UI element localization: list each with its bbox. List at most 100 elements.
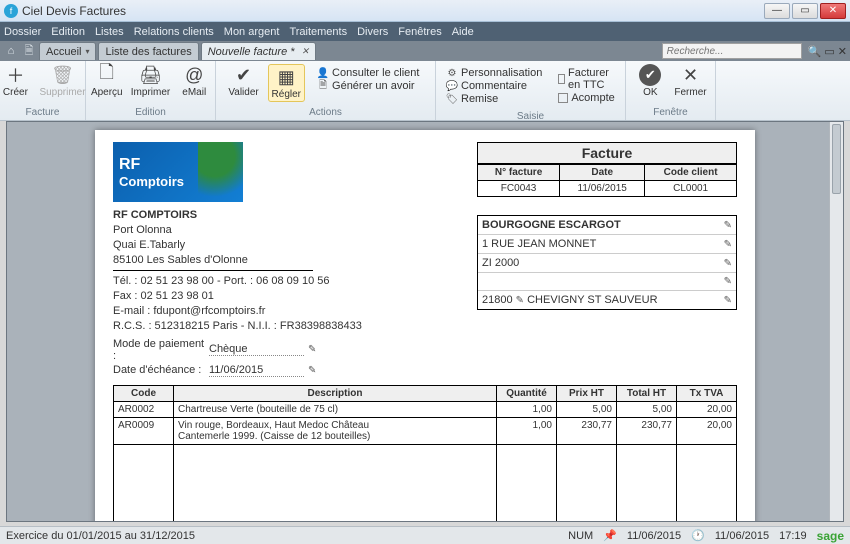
pencil-icon[interactable]: ✎: [308, 365, 316, 376]
client-zip[interactable]: 21800: [482, 294, 513, 306]
menu-relations[interactable]: Relations clients: [134, 26, 214, 38]
hdr-numero: N° facture: [478, 165, 560, 181]
menu-traitements[interactable]: Traitements: [289, 26, 347, 38]
ribbon: ＋Créer 🗑Supprimer Facture 🗋Aperçu 🖨Impri…: [0, 61, 850, 121]
menu-aide[interactable]: Aide: [452, 26, 474, 38]
generer-avoir-link[interactable]: 🗎Générer un avoir: [317, 80, 419, 92]
tab-nouvelle-facture[interactable]: Nouvelle facture * ✕: [201, 42, 316, 60]
duedate-value[interactable]: 11/06/2015: [209, 364, 304, 377]
hdr-date: Date: [560, 165, 645, 181]
search-input[interactable]: [662, 43, 802, 59]
chevron-down-icon: ▾: [85, 47, 89, 56]
client-addr1[interactable]: 1 RUE JEAN MONNET: [482, 238, 596, 250]
company-email: E-mail : fdupont@rfcomptoirs.fr: [113, 304, 362, 319]
close-button[interactable]: ✕: [820, 3, 846, 19]
tab-bar: ⌂ 🗎 Accueil ▾ Liste des factures Nouvelle…: [0, 41, 850, 61]
status-date: 11/06/2015: [627, 530, 681, 542]
remise-link[interactable]: 🏷Remise: [446, 93, 542, 105]
pencil-icon[interactable]: ✎: [724, 295, 732, 306]
tab-accueil-label: Accueil: [46, 46, 81, 58]
maximize-button[interactable]: ▭: [792, 3, 818, 19]
menu-fenetres[interactable]: Fenêtres: [398, 26, 441, 38]
valider-button[interactable]: ✔Valider: [228, 64, 260, 98]
menu-dossier[interactable]: Dossier: [4, 26, 41, 38]
col-total: Total HT: [617, 385, 677, 401]
status-date2: 11/06/2015: [715, 530, 769, 542]
payment-meta: Mode de paiement :Chèque✎ Date d'échéanc…: [113, 338, 362, 377]
apercu-button[interactable]: 🗋Aperçu: [91, 64, 123, 98]
client-city[interactable]: CHEVIGNY ST SAUVEUR: [527, 294, 657, 306]
commentaire-link[interactable]: 💬Commentaire: [446, 80, 542, 92]
company-rcs: R.C.S. : 512318215 Paris - N.I.I. : FR38…: [113, 319, 362, 334]
company-name: RF COMPTOIRS: [113, 208, 362, 223]
imprimer-button[interactable]: 🖨Imprimer: [131, 64, 170, 98]
col-code: Code: [114, 385, 174, 401]
menu-edition[interactable]: Edition: [51, 26, 85, 38]
logo-text-top: RF: [119, 156, 243, 174]
search-icon[interactable]: 🔍: [808, 45, 822, 58]
menu-listes[interactable]: Listes: [95, 26, 124, 38]
pencil-icon[interactable]: ✎: [516, 295, 524, 306]
val-numero: FC0043: [478, 181, 560, 197]
tab-liste-factures[interactable]: Liste des factures: [98, 42, 198, 60]
pencil-icon[interactable]: ✎: [724, 276, 732, 287]
email-button[interactable]: @eMail: [178, 64, 210, 98]
status-exercise: Exercice du 01/01/2015 au 31/12/2015: [6, 530, 195, 542]
consulter-client-link[interactable]: 👤Consulter le client: [317, 67, 419, 79]
client-box: BOURGOGNE ESCARGOT ✎ 1 RUE JEAN MONNET ✎ Z…: [477, 215, 737, 310]
close-icon: ✕: [679, 64, 701, 86]
table-row[interactable]: AR0002 Chartreuse Verte (bouteille de 75…: [114, 401, 737, 417]
company-fax: Fax : 02 51 23 98 01: [113, 289, 362, 304]
new-doc-icon[interactable]: 🗎: [21, 43, 37, 59]
printer-icon: 🖨: [140, 64, 162, 86]
regler-button[interactable]: ▦Régler: [268, 64, 305, 102]
scrollbar-thumb[interactable]: [832, 124, 841, 194]
table-row[interactable]: AR0009 Vin rouge, Bordeaux, Haut Medoc C…: [114, 417, 737, 444]
status-num: NUM: [568, 530, 593, 542]
company-addr3: 85100 Les Sables d'Olonne: [113, 253, 362, 268]
pencil-icon[interactable]: ✎: [308, 344, 316, 355]
group-facture-label: Facture: [0, 107, 85, 120]
facturer-ttc-check[interactable]: Facturer en TTC: [558, 67, 615, 91]
check-icon: ✔: [233, 64, 255, 86]
home-icon[interactable]: ⌂: [3, 43, 19, 59]
creer-button[interactable]: ＋Créer: [0, 64, 31, 98]
restore-icon[interactable]: ▭: [824, 45, 834, 58]
personnalisation-link[interactable]: ⚙Personnalisation: [446, 67, 542, 79]
logo-text-sub: Comptoirs: [119, 174, 243, 189]
comment-icon: 💬: [446, 80, 458, 92]
tab-accueil[interactable]: Accueil ▾: [39, 42, 96, 60]
pencil-icon[interactable]: ✎: [724, 220, 732, 231]
tab-close-icon[interactable]: ✕: [302, 46, 310, 57]
fermer-button[interactable]: ✕Fermer: [674, 64, 706, 98]
hdr-client: Code client: [645, 165, 737, 181]
client-addr2[interactable]: ZI 2000: [482, 257, 519, 269]
ok-button[interactable]: ✔OK: [634, 64, 666, 98]
minimize-button[interactable]: —: [764, 3, 790, 19]
trash-icon: 🗑: [52, 64, 74, 86]
app-icon: f: [4, 4, 18, 18]
group-actions-label: Actions: [216, 107, 435, 120]
company-addr2: Quai E.Tabarly: [113, 238, 362, 253]
status-bar: Exercice du 01/01/2015 au 31/12/2015 NUM…: [0, 526, 850, 544]
paymode-value[interactable]: Chèque: [209, 343, 304, 356]
lines-table[interactable]: Code Description Quantité Prix HT Total …: [113, 385, 737, 522]
pencil-icon[interactable]: ✎: [724, 239, 732, 250]
menu-divers[interactable]: Divers: [357, 26, 388, 38]
company-tel: Tél. : 02 51 23 98 00 - Port. : 06 08 09…: [113, 274, 362, 289]
title-bar: f Ciel Devis Factures — ▭ ✕: [0, 0, 850, 22]
acompte-check[interactable]: Acompte: [558, 92, 615, 104]
tab-active-label: Nouvelle facture *: [208, 46, 295, 58]
vertical-scrollbar[interactable]: [829, 122, 843, 521]
table-row[interactable]: [114, 444, 737, 522]
duedate-label: Date d'échéance :: [113, 364, 205, 376]
ok-circle-icon: ✔: [639, 64, 661, 86]
workspace: RF Comptoirs RF COMPTOIRS Port Olonna Qu…: [6, 121, 844, 522]
pencil-icon[interactable]: ✎: [724, 258, 732, 269]
client-name[interactable]: BOURGOGNE ESCARGOT: [482, 219, 621, 231]
calendar-icon: ▦: [275, 66, 297, 88]
doc-icon: 🗎: [317, 80, 329, 92]
supprimer-button[interactable]: 🗑Supprimer: [39, 64, 85, 98]
close-workspace-icon[interactable]: ✕: [838, 45, 847, 58]
menu-argent[interactable]: Mon argent: [224, 26, 280, 38]
